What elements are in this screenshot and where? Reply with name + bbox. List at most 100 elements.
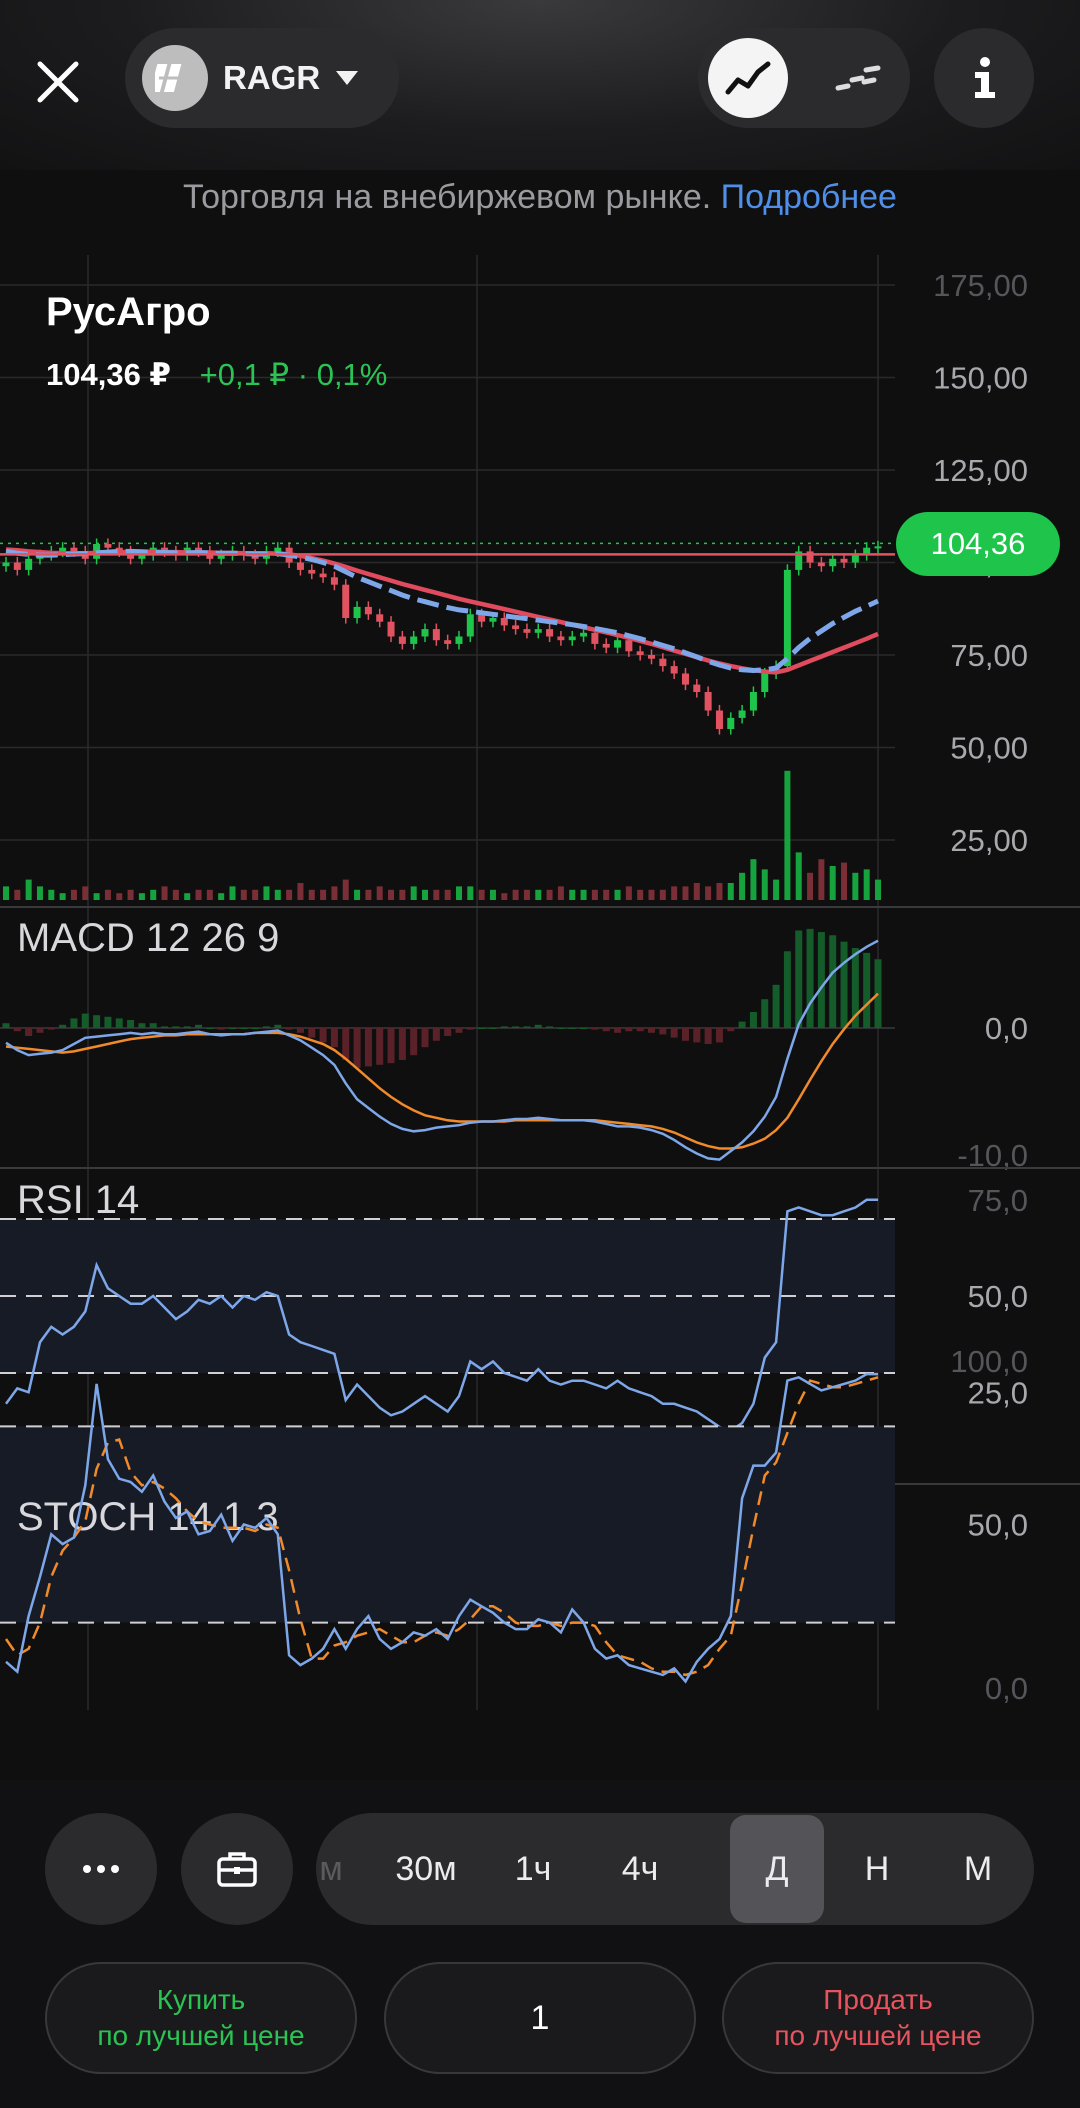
candle-body xyxy=(342,584,350,618)
macd-histogram-bar xyxy=(376,1028,384,1065)
volume-bar xyxy=(218,893,225,900)
candle-body xyxy=(274,547,282,552)
macd-histogram-bar xyxy=(557,1028,565,1029)
more-info-link[interactable]: Подробнее xyxy=(721,178,897,216)
macd-histogram-bar xyxy=(693,1028,701,1043)
candle-body xyxy=(25,558,33,570)
macd-histogram-bar xyxy=(115,1018,123,1028)
volume-bar xyxy=(36,886,43,900)
volume-bar xyxy=(263,886,270,900)
volume-bar xyxy=(297,883,304,900)
volume-bar xyxy=(104,889,111,900)
volume-bar xyxy=(818,859,825,900)
price-axis-label: 175,00 xyxy=(933,268,1028,303)
quantity-field[interactable]: 1 xyxy=(384,1962,696,2074)
candle-body xyxy=(70,547,78,552)
volume-bar xyxy=(376,886,383,900)
macd-histogram-bar xyxy=(602,1028,610,1032)
buy-button[interactable]: Купить по лучшей цене xyxy=(45,1962,357,2074)
info-button[interactable] xyxy=(934,28,1034,128)
macd-histogram-bar xyxy=(670,1028,678,1038)
volume-bar xyxy=(286,889,293,900)
more-button[interactable] xyxy=(45,1813,157,1925)
macd-histogram-bar xyxy=(161,1026,169,1028)
bottom-panel: м 30м 1ч 4ч Д Н М Купить по лучшей цене … xyxy=(0,1780,1080,2108)
volume-bar xyxy=(863,869,870,900)
macd-histogram-bar xyxy=(840,941,848,1028)
candle-body xyxy=(13,562,21,570)
volume-bar xyxy=(422,889,429,900)
ticker-selector[interactable]: RAGR xyxy=(125,28,399,128)
interval-day[interactable]: Д xyxy=(730,1815,824,1923)
candle-body xyxy=(138,555,146,559)
macd-histogram-bar xyxy=(444,1028,452,1036)
candle-body xyxy=(104,544,112,548)
macd-histogram-bar xyxy=(568,1028,576,1029)
top-bar: RAGR xyxy=(0,0,1080,170)
volume-bar xyxy=(535,889,542,900)
candle-body xyxy=(568,636,576,641)
volume-bar xyxy=(399,889,406,900)
macd-histogram-bar xyxy=(772,984,780,1028)
volume-bar xyxy=(727,883,734,900)
macd-histogram-bar xyxy=(738,1021,746,1028)
volume-bar xyxy=(252,889,259,900)
candle-body xyxy=(500,618,508,626)
volume-bar xyxy=(501,893,508,900)
macd-histogram-bar xyxy=(59,1024,67,1028)
volume-bar xyxy=(93,893,100,900)
interval-1h[interactable]: 1ч xyxy=(488,1813,578,1925)
volume-bar xyxy=(240,889,247,900)
sell-button[interactable]: Продать по лучшей цене xyxy=(722,1962,1034,2074)
volume-bar xyxy=(784,770,791,900)
macd-histogram-bar xyxy=(319,1028,327,1043)
macd-histogram-bar xyxy=(614,1028,622,1033)
macd-histogram-bar xyxy=(500,1026,508,1028)
candle-body xyxy=(602,643,610,648)
portfolio-button[interactable] xyxy=(181,1813,293,1925)
volume-bar xyxy=(875,879,881,900)
candle-body xyxy=(432,629,440,641)
interval-month[interactable]: М xyxy=(928,1813,1028,1925)
interval-week[interactable]: Н xyxy=(832,1813,922,1925)
volume-bar xyxy=(82,886,89,900)
interval-m[interactable]: м xyxy=(316,1813,356,1925)
price-chart[interactable]: 175,00150,00125,00100,0075,0050,0025,00M… xyxy=(0,250,1080,1730)
price-axis-label: 50,00 xyxy=(950,731,1028,766)
candle-body xyxy=(614,640,622,648)
volume-bar xyxy=(807,872,814,900)
macd-histogram-bar xyxy=(478,1028,486,1029)
volume-bar xyxy=(195,889,202,900)
macd-histogram-bar xyxy=(364,1028,372,1067)
volume-bar xyxy=(184,893,191,900)
volume-bar xyxy=(659,889,666,900)
macd-histogram-bar xyxy=(648,1028,656,1033)
candle-body xyxy=(546,629,554,637)
rsi-axis-label: 50,0 xyxy=(968,1279,1028,1314)
candle-chart-button[interactable] xyxy=(818,38,898,118)
candle-body xyxy=(659,658,667,667)
ticker-symbol: RAGR xyxy=(223,59,321,96)
ticker-logo-icon xyxy=(142,45,208,111)
volume-bar xyxy=(410,886,417,900)
volume-bar xyxy=(716,883,723,900)
volume-bar xyxy=(739,872,746,900)
macd-histogram-bar xyxy=(13,1028,21,1032)
candle-body xyxy=(715,710,723,729)
candle-body xyxy=(829,558,837,567)
volume-bar xyxy=(342,879,349,900)
last-price-tag: 104,36 xyxy=(896,512,1060,576)
macd-histogram-bar xyxy=(206,1028,214,1029)
close-button[interactable] xyxy=(28,52,88,112)
candle-body xyxy=(2,562,10,567)
interval-30m[interactable]: 30м xyxy=(376,1813,476,1925)
macd-histogram-bar xyxy=(659,1028,667,1035)
line-chart-button[interactable] xyxy=(708,38,788,118)
interval-4h[interactable]: 4ч xyxy=(590,1813,690,1925)
volume-bar xyxy=(761,869,768,900)
volume-bar xyxy=(603,889,610,900)
candle-body xyxy=(330,577,338,585)
candle-body xyxy=(523,629,531,633)
stoch-axis-label: 0,0 xyxy=(985,1671,1028,1706)
candle-body xyxy=(591,632,599,644)
